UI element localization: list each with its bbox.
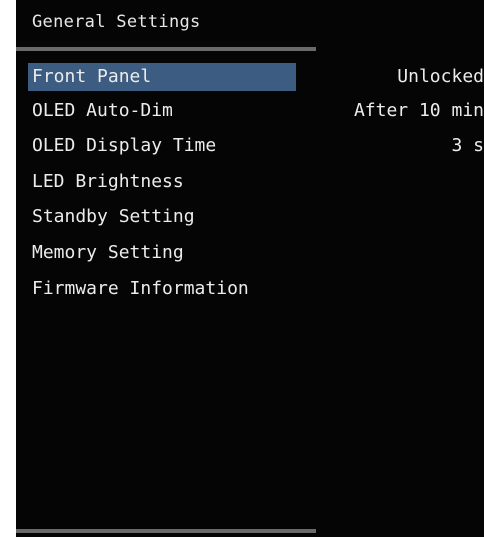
menu-item-led-brightness[interactable]: LED Brightness <box>28 168 484 196</box>
footer-divider <box>16 529 316 533</box>
menu-item-oled-auto-dim[interactable]: OLED Auto-Dim After 10 min <box>28 97 484 125</box>
settings-screen: General Settings Front Panel Unlocked OL… <box>16 0 484 537</box>
header-divider <box>16 47 316 51</box>
menu-item-firmware-information[interactable]: Firmware Information <box>28 275 484 303</box>
menu-item-label: OLED Auto-Dim <box>32 100 173 121</box>
menu-item-label: OLED Display Time <box>32 135 217 156</box>
menu-item-value: 3 s <box>451 135 484 156</box>
menu-item-label: Front Panel <box>32 66 152 87</box>
menu-item-memory-setting[interactable]: Memory Setting <box>28 239 484 267</box>
page-title: General Settings <box>32 12 201 32</box>
menu-item-oled-display-time[interactable]: OLED Display Time 3 s <box>28 132 484 160</box>
menu-item-label: Memory Setting <box>32 242 184 263</box>
menu-item-standby-setting[interactable]: Standby Setting <box>28 203 484 231</box>
menu-item-label: Firmware Information <box>32 278 249 299</box>
menu-item-front-panel[interactable]: Front Panel Unlocked <box>28 63 484 91</box>
menu-item-label: Standby Setting <box>32 206 195 227</box>
menu-item-value: Unlocked <box>397 66 484 87</box>
menu-item-label: LED Brightness <box>32 171 184 192</box>
menu-item-value: After 10 min <box>353 100 484 121</box>
